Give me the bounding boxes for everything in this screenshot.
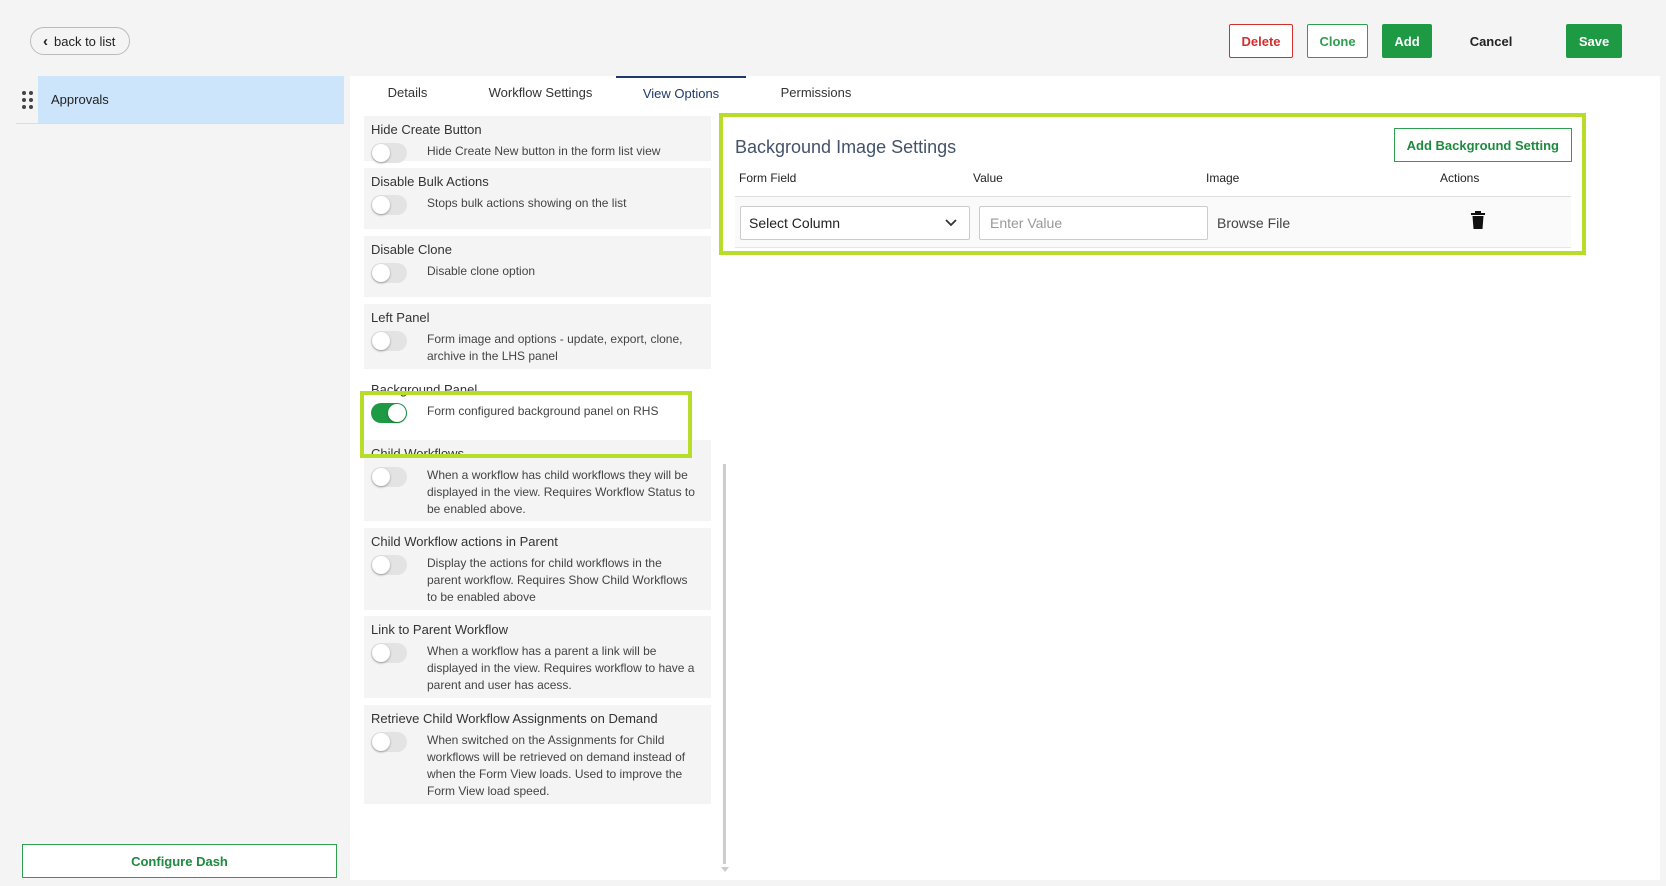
add-background-setting-button[interactable]: Add Background Setting bbox=[1393, 128, 1572, 162]
option-title: Background Panel bbox=[371, 381, 478, 397]
option-link-to-parent: Link to Parent Workflow When a workflow … bbox=[364, 616, 711, 698]
retrieve-child-assignments-toggle[interactable] bbox=[371, 732, 407, 752]
option-description: When a workflow has child workflows they… bbox=[427, 468, 695, 516]
background-image-settings-panel: Background Image Settings Add Background… bbox=[719, 113, 1586, 255]
clone-button[interactable]: Clone bbox=[1307, 24, 1368, 58]
child-workflow-actions-toggle[interactable] bbox=[371, 555, 407, 575]
option-title: Child Workflow actions in Parent bbox=[371, 533, 558, 549]
sidebar: Approvals bbox=[0, 76, 345, 886]
option-retrieve-child-assignments: Retrieve Child Workflow Assignments on D… bbox=[364, 705, 711, 804]
option-description: Stops bulk actions showing on the list bbox=[427, 196, 627, 210]
disable-bulk-actions-toggle[interactable] bbox=[371, 195, 407, 215]
option-description: Display the actions for child workflows … bbox=[427, 556, 688, 604]
option-title: Left Panel bbox=[371, 309, 430, 325]
value-input[interactable] bbox=[979, 206, 1208, 240]
child-workflows-toggle[interactable] bbox=[371, 467, 407, 487]
option-left-panel: Left Panel Form image and options - upda… bbox=[364, 304, 711, 369]
left-panel-toggle[interactable] bbox=[371, 331, 407, 351]
form-field-select[interactable]: Select Column bbox=[740, 206, 970, 240]
option-title: Hide Create Button bbox=[371, 121, 482, 137]
option-description: Form configured background panel on RHS bbox=[427, 404, 659, 418]
tab-details[interactable]: Details bbox=[350, 76, 465, 108]
back-to-list-label: back to list bbox=[54, 33, 116, 49]
background-settings-title: Background Image Settings bbox=[735, 137, 957, 157]
option-description: Disable clone option bbox=[427, 264, 536, 278]
option-description: Hide Create New button in the form list … bbox=[427, 144, 661, 158]
tab-workflow-settings[interactable]: Workflow Settings bbox=[465, 76, 616, 108]
option-title: Disable Clone bbox=[371, 241, 452, 257]
column-header-value: Value bbox=[973, 171, 1003, 185]
option-title: Disable Bulk Actions bbox=[371, 173, 489, 189]
column-header-image: Image bbox=[1206, 171, 1240, 185]
back-to-list-button[interactable]: ‹ back to list bbox=[30, 27, 131, 55]
option-background-panel: Background Panel Form configured backgro… bbox=[364, 376, 711, 436]
option-disable-bulk-actions: Disable Bulk Actions Stops bulk actions … bbox=[364, 168, 711, 229]
drag-handle-icon[interactable] bbox=[16, 90, 38, 109]
chevron-down-icon bbox=[945, 219, 957, 227]
option-child-workflow-actions: Child Workflow actions in Parent Display… bbox=[364, 528, 711, 610]
link-to-parent-toggle[interactable] bbox=[371, 643, 407, 663]
disable-clone-toggle[interactable] bbox=[371, 263, 407, 283]
column-header-form-field: Form Field bbox=[739, 171, 797, 185]
scroll-thumb[interactable] bbox=[723, 464, 726, 864]
tab-bar: Details Workflow Settings View Options P… bbox=[350, 76, 886, 108]
add-button[interactable]: Add bbox=[1382, 24, 1432, 58]
option-title: Link to Parent Workflow bbox=[371, 621, 509, 637]
cancel-button[interactable]: Cancel bbox=[1456, 24, 1526, 58]
trash-icon[interactable] bbox=[1470, 211, 1486, 229]
option-disable-clone: Disable Clone Disable clone option bbox=[364, 236, 711, 297]
option-title: Child Workflows bbox=[371, 445, 464, 461]
chevron-left-icon: ‹ bbox=[43, 32, 48, 50]
view-options-list: Hide Create Button Hide Create New butto… bbox=[364, 116, 711, 876]
sidebar-item-approvals[interactable]: Approvals bbox=[16, 76, 344, 124]
sidebar-item-label: Approvals bbox=[38, 76, 344, 123]
scroll-down-arrow-icon[interactable] bbox=[721, 867, 729, 872]
option-description: When switched on the Assignments for Chi… bbox=[427, 733, 686, 798]
save-button[interactable]: Save bbox=[1566, 24, 1622, 58]
option-description: Form image and options - update, export,… bbox=[427, 332, 683, 363]
tab-permissions[interactable]: Permissions bbox=[746, 76, 886, 108]
configure-dash-button[interactable]: Configure Dash bbox=[22, 844, 337, 878]
form-field-select-value: Select Column bbox=[749, 215, 841, 231]
tab-view-options[interactable]: View Options bbox=[616, 76, 746, 108]
top-actions: Delete Clone Add Cancel bbox=[1229, 24, 1526, 58]
option-hide-create-button: Hide Create Button Hide Create New butto… bbox=[364, 116, 711, 163]
option-description: When a workflow has a parent a link will… bbox=[427, 644, 695, 692]
option-child-workflows: Child Workflows When a workflow has chil… bbox=[364, 440, 711, 521]
browse-file-link[interactable]: Browse File bbox=[1217, 215, 1290, 231]
hide-create-button-toggle[interactable] bbox=[371, 143, 407, 163]
column-header-actions: Actions bbox=[1440, 171, 1480, 185]
option-title: Retrieve Child Workflow Assignments on D… bbox=[371, 710, 658, 726]
main-panel: Details Workflow Settings View Options P… bbox=[350, 76, 1660, 880]
background-panel-toggle[interactable] bbox=[371, 403, 407, 423]
delete-button[interactable]: Delete bbox=[1229, 24, 1293, 58]
